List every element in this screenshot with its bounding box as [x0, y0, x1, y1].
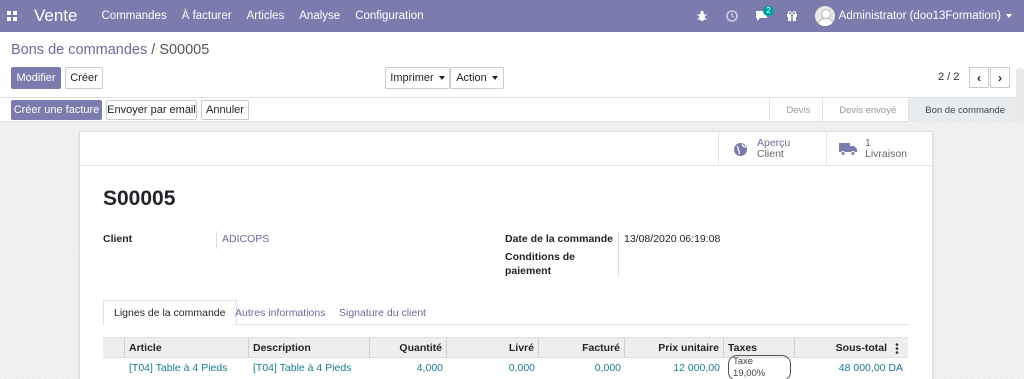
action-dropdown[interactable]: Action [450, 67, 504, 89]
clock-icon[interactable] [717, 0, 747, 32]
breadcrumb: Bons de commandes / S00005 [11, 42, 209, 58]
delivery-label: Livraison [865, 148, 908, 160]
avatar [814, 6, 835, 26]
order-date-label: Date de la commande [505, 233, 613, 245]
print-dropdown[interactable]: Imprimer [385, 67, 450, 89]
cell-subtotal: 48 000,00 DA [838, 362, 903, 374]
form-sheet: Aperçu Client 1 Livraison S00005 Client … [79, 131, 933, 379]
menu-commandes[interactable]: Commandes [102, 10, 167, 22]
preview-label-bottom: Client [757, 148, 784, 160]
chevron-left-icon: ‹ [977, 70, 981, 85]
cell-invoiced[interactable]: 0,000 [539, 358, 625, 378]
cell-article[interactable]: [T04] Table à 4 Pieds [125, 358, 249, 378]
breadcrumb-separator: / [147, 42, 160, 58]
bug-icon[interactable] [687, 0, 717, 32]
pager-previous-button[interactable]: ‹ [969, 67, 989, 88]
messages-badge: 2 [763, 6, 774, 16]
delivery-button[interactable]: 1 Livraison [826, 132, 932, 166]
send-email-button[interactable]: Envoyer par email [106, 100, 197, 120]
apps-menu-icon[interactable] [0, 0, 24, 32]
pager-value: 2 / 2 [938, 71, 960, 83]
divider [216, 231, 217, 249]
menu-analyse[interactable]: Analyse [299, 10, 340, 22]
header-description[interactable]: Description [249, 338, 370, 358]
scrollbar[interactable] [1016, 68, 1024, 123]
statusbar: Créer une facture Envoyer par email Annu… [0, 98, 1017, 122]
app-brand[interactable]: Vente [34, 6, 78, 26]
tab-other-info[interactable]: Autres informations [225, 300, 335, 325]
cell-description[interactable]: [T04] Table à 4 Pieds [249, 358, 370, 378]
menu-a-facturer[interactable]: À facturer [182, 10, 232, 22]
payment-terms-label-2: paiement [505, 265, 552, 277]
cell-unit-price[interactable]: 12 000,00 [625, 358, 724, 378]
action-label: Action [456, 72, 487, 84]
header-spacer [103, 338, 125, 358]
stage-bon-de-commande[interactable]: Bon de commande [908, 98, 1017, 122]
notebook-tabs: Lignes de la commande Autres information… [103, 300, 908, 326]
menu-configuration[interactable]: Configuration [355, 10, 423, 22]
tab-customer-signature[interactable]: Signature du client [329, 300, 436, 325]
menu-articles[interactable]: Articles [247, 10, 285, 22]
table-row[interactable]: [T04] Table à 4 Pieds [T04] Table à 4 Pi… [103, 355, 908, 379]
header-quantity[interactable]: Quantité [370, 338, 447, 358]
user-menu[interactable]: Administrator (doo13Formation) [814, 6, 1012, 26]
breadcrumb-current: S00005 [159, 42, 210, 58]
top-navbar: Vente Commandes À facturer Articles Anal… [0, 0, 1024, 32]
print-label: Imprimer [390, 72, 434, 84]
user-name: Administrator (doo13Formation) [838, 10, 1001, 22]
cancel-button[interactable]: Annuler [201, 100, 249, 120]
header-unit-price[interactable]: Prix unitaire [625, 338, 724, 358]
header-delivered[interactable]: Livré [447, 338, 539, 358]
cell-delivered[interactable]: 0,000 [447, 358, 539, 378]
payment-terms-label-1: Conditions de [505, 251, 575, 263]
column-options-icon[interactable] [895, 338, 908, 358]
customer-preview-button[interactable]: Aperçu Client [718, 132, 826, 166]
chevron-down-icon [1006, 14, 1012, 18]
status-stages: Devis Devis envoyé Bon de commande [769, 98, 1017, 122]
breadcrumb-parent[interactable]: Bons de commandes [11, 42, 147, 58]
tax-badge: Taxe 19,00% [728, 355, 791, 379]
create-button[interactable]: Créer [65, 67, 103, 89]
header-subtotal[interactable]: Sous-total [795, 338, 891, 358]
client-value[interactable]: ADICOPS [222, 233, 269, 245]
chevron-right-icon: › [998, 70, 1002, 85]
truck-icon [839, 140, 857, 158]
tab-order-lines[interactable]: Lignes de la commande [103, 300, 237, 326]
stage-devis-envoye[interactable]: Devis envoyé [822, 98, 908, 122]
divider [618, 231, 619, 277]
smart-buttons-bar: Aperçu Client 1 Livraison [80, 132, 932, 166]
pager-next-button[interactable]: › [990, 67, 1010, 88]
gift-icon[interactable] [777, 0, 807, 32]
record-title: S00005 [103, 187, 176, 210]
header-article[interactable]: Article [125, 338, 249, 358]
cell-quantity[interactable]: 4,000 [370, 358, 447, 378]
table-header: Article Description Quantité Livré Factu… [103, 337, 908, 358]
globe-icon [731, 140, 749, 158]
chevron-down-icon [491, 76, 498, 80]
client-label: Client [103, 233, 133, 245]
chevron-down-icon [438, 76, 445, 80]
cell-taxes[interactable]: Taxe 19,00% [724, 355, 795, 379]
stage-devis[interactable]: Devis [769, 98, 822, 122]
order-date-value[interactable]: 13/08/2020 06:19:08 [624, 233, 720, 245]
create-invoice-button[interactable]: Créer une facture [11, 100, 102, 120]
edit-button[interactable]: Modifier [11, 67, 61, 89]
header-invoiced[interactable]: Facturé [539, 338, 625, 358]
messages-icon[interactable]: 2 [747, 0, 777, 32]
control-panel: Bons de commandes / S00005 Modifier Crée… [0, 32, 1024, 123]
